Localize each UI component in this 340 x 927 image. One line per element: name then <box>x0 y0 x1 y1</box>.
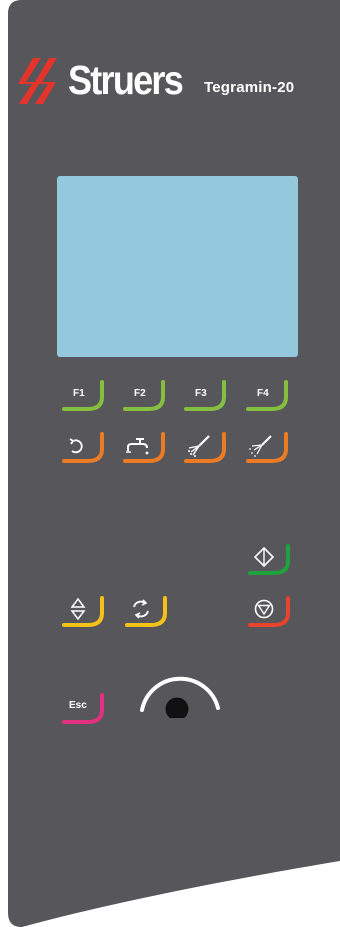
f2-key[interactable]: F2 <box>122 380 166 414</box>
start-diamond-icon <box>253 546 275 568</box>
f2-key-label: F2 <box>134 388 146 399</box>
panel-background <box>8 0 340 927</box>
lubricant-key[interactable] <box>245 432 289 466</box>
lcd-display <box>57 176 298 357</box>
cycle-key[interactable] <box>124 596 168 630</box>
struers-logo-icon <box>18 58 57 104</box>
rotation-arrow-icon <box>69 438 83 454</box>
escape-key[interactable]: Esc <box>61 693 105 727</box>
f1-key[interactable]: F1 <box>61 380 105 414</box>
start-key[interactable] <box>247 544 291 578</box>
brand-name: Struers <box>68 57 184 103</box>
escape-key-label: Esc <box>69 700 87 711</box>
water-key[interactable] <box>122 432 166 466</box>
f4-key-label: F4 <box>257 388 269 399</box>
spray-nozzle-icon <box>188 435 210 457</box>
model-name: Tegramin-20 <box>204 79 295 96</box>
rotary-knob-icon[interactable] <box>136 648 226 718</box>
lubricant-spray-icon <box>249 435 272 457</box>
f3-key-label: F3 <box>195 388 207 399</box>
stop-circle-icon <box>254 599 274 619</box>
f1-key-label: F1 <box>73 388 85 399</box>
control-panel: Struers Tegramin-20 F1 F2 F3 F4 Esc <box>0 0 340 927</box>
water-tap-icon <box>126 438 149 455</box>
up-down-key[interactable] <box>61 596 105 630</box>
up-down-arrows-icon <box>70 597 86 621</box>
spray-key[interactable] <box>183 432 227 466</box>
stop-key[interactable] <box>247 596 291 630</box>
rotation-key[interactable] <box>61 432 105 466</box>
cycle-arrows-icon <box>133 599 149 619</box>
f4-key[interactable]: F4 <box>245 380 289 414</box>
f3-key[interactable]: F3 <box>183 380 227 414</box>
